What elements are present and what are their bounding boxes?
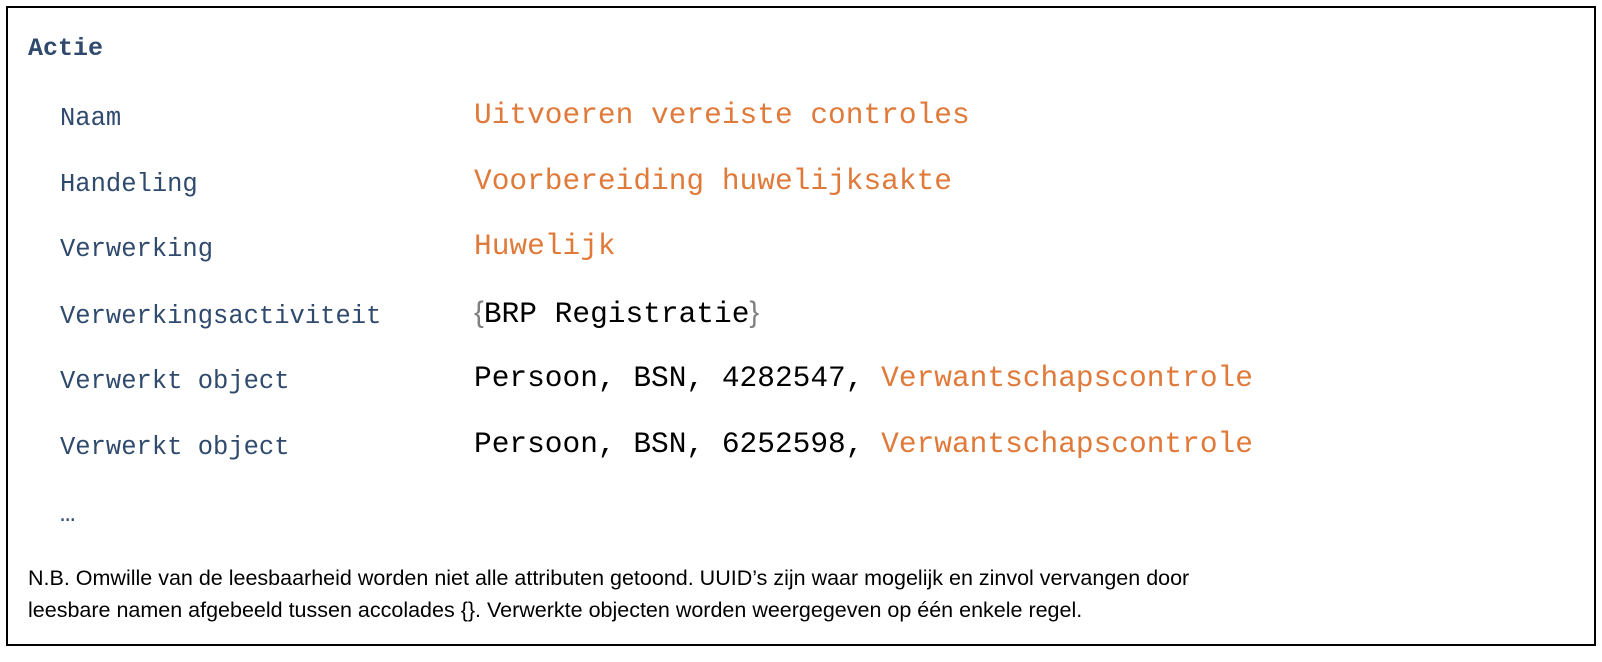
object-prefix: Persoon, BSN, 4282547, xyxy=(474,361,882,395)
field-label: Verwerkt object xyxy=(60,433,290,462)
field-value: Persoon, BSN, 4282547, Verwantschapscont… xyxy=(474,361,1253,395)
field-value: {BRP Registratie} xyxy=(474,296,759,331)
brace-close: } xyxy=(749,296,760,329)
row-ellipsis: … xyxy=(8,494,1588,534)
activity-name: BRP Registratie xyxy=(483,297,750,331)
field-label: Verwerkt object xyxy=(60,367,290,396)
row-handeling: Handeling Voorbereiding huwelijksakte xyxy=(8,164,1588,204)
row-verwerkt-object: Verwerkt object Persoon, BSN, 4282547, V… xyxy=(8,361,1588,401)
footnote-line: leesbare namen afgebeeld tussen accolade… xyxy=(28,598,1083,622)
field-label: Handeling xyxy=(60,170,198,199)
ellipsis: … xyxy=(60,500,76,529)
row-naam: Naam Uitvoeren vereiste controles xyxy=(8,98,1588,138)
section-title: Actie xyxy=(28,34,104,63)
object-type: Verwantschapscontrole xyxy=(881,427,1253,461)
field-label: Verwerkingsactiviteit xyxy=(60,302,382,331)
footnote: N.B. Omwille van de leesbaarheid worden … xyxy=(28,562,1588,626)
row-verwerkt-object: Verwerkt object Persoon, BSN, 6252598, V… xyxy=(8,427,1588,467)
field-label: Naam xyxy=(60,104,122,133)
field-value: Persoon, BSN, 6252598, Verwantschapscont… xyxy=(474,427,1253,461)
field-label: Verwerking xyxy=(60,235,214,264)
brace-open: { xyxy=(474,296,484,329)
row-verwerking: Verwerking Huwelijk xyxy=(8,229,1588,269)
row-verwerkingsactiviteit: Verwerkingsactiviteit {BRP Registratie} xyxy=(8,296,1588,336)
footnote-line: N.B. Omwille van de leesbaarheid worden … xyxy=(28,566,1190,590)
field-value: Uitvoeren vereiste controles xyxy=(474,98,970,132)
action-panel: Actie Naam Uitvoeren vereiste controles … xyxy=(6,6,1596,646)
field-value: Huwelijk xyxy=(474,229,616,263)
field-value: Voorbereiding huwelijksakte xyxy=(474,164,952,198)
object-prefix: Persoon, BSN, 6252598, xyxy=(474,427,882,461)
object-type: Verwantschapscontrole xyxy=(881,361,1253,395)
